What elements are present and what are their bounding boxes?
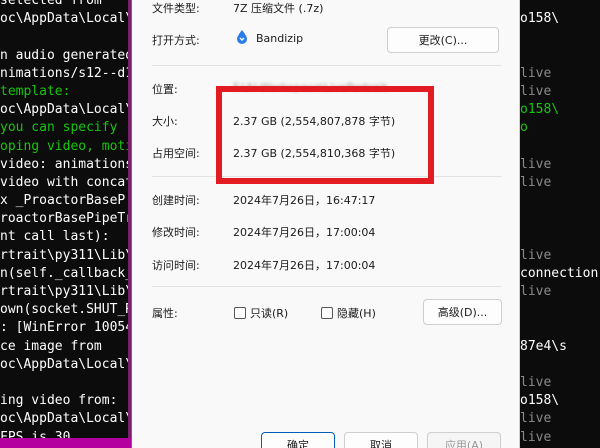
terminal-left-text: selected from oc\AppData\Local\ n audio ge… [0, 0, 134, 448]
terminal-right-line: live [520, 156, 552, 172]
terminal-left-line: roactorBasePipeTra [0, 211, 134, 227]
terminal-right-text: o158\ live live o158\ o live live live connectio… [520, 0, 600, 447]
accessed-label: 访问时间: [152, 259, 200, 272]
open-with-app: Bandizip [256, 32, 304, 45]
terminal-progress-bar [0, 438, 134, 448]
hidden-label[interactable]: 隐藏(H) [337, 305, 376, 321]
terminal-right-line: 87e4\s [520, 338, 567, 354]
red-annotation-box [216, 86, 434, 184]
advanced-button[interactable]: 高级(D)... [423, 299, 502, 325]
terminal-left-line: selected from [0, 0, 102, 8]
terminal-left-line: video with concat [0, 174, 134, 190]
separator [152, 286, 502, 287]
file-properties-dialog: 文件类型: 7Z 压缩文件 (.7z) 打开方式: Bandizip 更改(C)… [131, 0, 520, 448]
terminal-right-line [520, 301, 600, 319]
terminal-left-line: video: animations [0, 156, 134, 172]
terminal-right-line [520, 47, 600, 65]
terminal-left-line: template: [0, 83, 71, 99]
terminal-right-line [520, 192, 600, 210]
terminal-right-line: live [520, 174, 552, 190]
terminal-left-line: oc\AppData\Local\ [0, 411, 134, 427]
terminal-right-line [520, 0, 600, 10]
ok-button[interactable]: 确定 [261, 432, 335, 448]
terminal-right-line [520, 356, 600, 374]
readonly-label[interactable]: 只读(R) [250, 305, 288, 321]
terminal-left-line: oc\AppData\Local\ [0, 11, 134, 27]
terminal-left-line: you can specify [0, 120, 126, 136]
terminal-right-line [520, 319, 600, 337]
modified-value: 2024年7月26日，17:00:04 [233, 226, 376, 239]
terminal-left-line: own(socket.SHUT_R [0, 302, 134, 318]
change-button[interactable]: 更改(C)... [387, 27, 499, 53]
terminal-left-line: ce image from [0, 338, 102, 354]
readonly-checkbox[interactable] [234, 307, 246, 319]
attributes-label: 属性: [152, 307, 178, 320]
file-type-value: 7Z 压缩文件 (.7z) [233, 2, 324, 15]
bandizip-icon [237, 30, 247, 44]
terminal-left-line: ing video from: [0, 393, 118, 409]
terminal-left-line: nimations/s12--d1 [0, 65, 134, 81]
created-label: 创建时间: [152, 194, 200, 207]
terminal-right-line [520, 138, 600, 156]
terminal-right-line: live [520, 374, 552, 390]
open-with-label: 打开方式: [152, 34, 200, 47]
created-value: 2024年7月26日，16:47:17 [233, 194, 376, 207]
terminal-right-line: o158\ [520, 11, 560, 27]
disk-size-label: 占用空间: [152, 147, 200, 160]
terminal-right-line: live [520, 411, 552, 427]
terminal-left-line [0, 28, 134, 46]
location-label: 位置: [152, 83, 178, 96]
terminal-left-line: nt call last): [0, 229, 110, 245]
separator [152, 65, 502, 66]
terminal-left-line: n(self._callback_ [0, 265, 134, 281]
terminal-left-line: oping video, moti [0, 138, 134, 154]
size-label: 大小: [152, 115, 178, 128]
terminal-right-line: live [520, 429, 552, 445]
terminal-right-line: o158\ [520, 393, 560, 409]
terminal-left-line: n audio generated [0, 47, 134, 63]
terminal-right-line: live [520, 284, 552, 299]
terminal-left-line: rtrait\py311\Lib\ [0, 284, 134, 299]
terminal-right-line: live [520, 83, 552, 99]
terminal-right-line [520, 228, 600, 246]
terminal-left-line: x _ProactorBaseP [0, 193, 126, 209]
terminal-right-line: o [520, 120, 528, 136]
apply-button[interactable]: 应用(A) [427, 432, 501, 448]
terminal-right-line: live [520, 65, 552, 81]
terminal-right-line: o158\ [520, 102, 560, 118]
terminal-right-line: live [520, 247, 552, 263]
cancel-button[interactable]: 取消 [344, 432, 418, 448]
terminal-left-line: oc\AppData\Local\ [0, 102, 134, 118]
terminal-left-line: rtrait\py311\Lib\ [0, 247, 134, 263]
modified-label: 修改时间: [152, 226, 200, 239]
terminal-left-line: : [WinError 10054 [0, 320, 134, 336]
hidden-checkbox[interactable] [321, 307, 333, 319]
terminal-right-line: connection [520, 265, 599, 281]
terminal-right-line [520, 210, 600, 228]
accessed-value: 2024年7月26日，17:00:04 [233, 259, 376, 272]
file-type-label: 文件类型: [152, 2, 200, 15]
terminal-left-line: oc\AppData\Local\ [0, 356, 134, 372]
terminal-left-line [0, 374, 134, 392]
terminal-right-line [520, 28, 600, 46]
